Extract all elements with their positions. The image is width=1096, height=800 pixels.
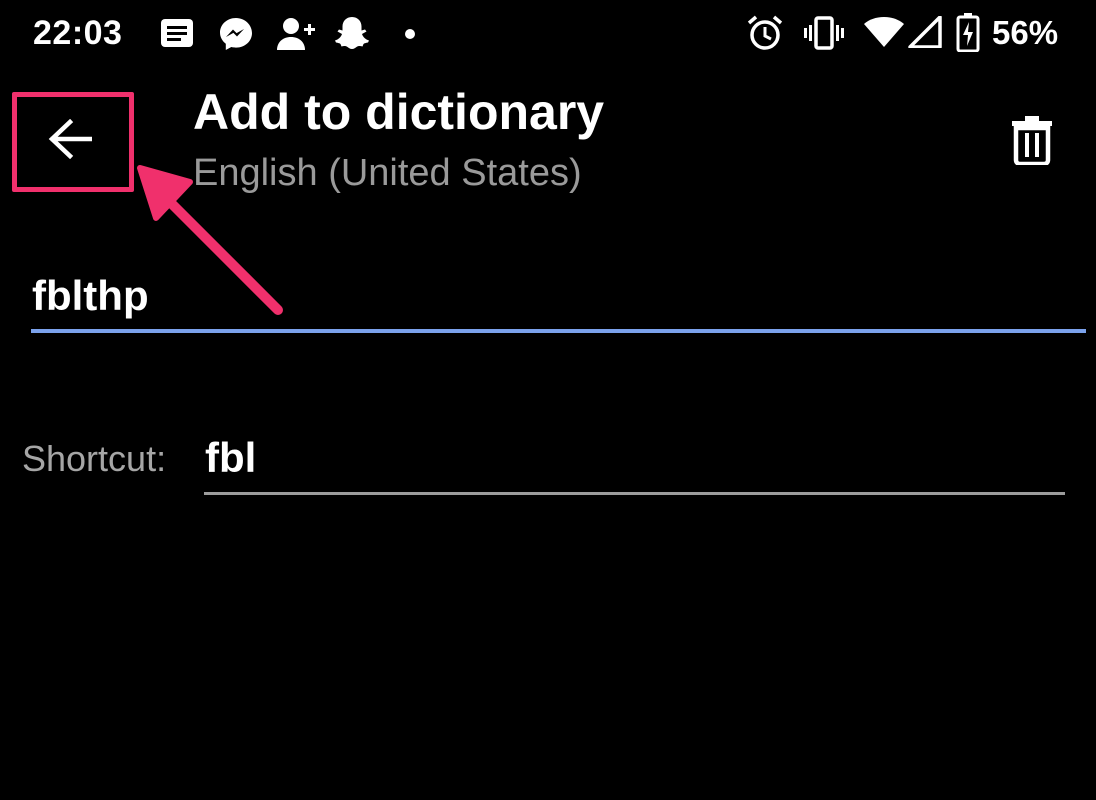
delete-button[interactable] xyxy=(1004,110,1060,170)
dot-icon xyxy=(405,29,415,39)
status-bar: 22:03 56% xyxy=(0,0,1096,70)
shortcut-label: Shortcut: xyxy=(22,438,167,479)
page-subtitle: English (United States) xyxy=(193,152,582,194)
back-button[interactable] xyxy=(14,94,126,184)
signal-icon xyxy=(908,16,942,48)
shortcut-input-value: fbl xyxy=(205,434,257,481)
alarm-icon xyxy=(747,15,783,50)
page-title: Add to dictionary xyxy=(193,84,605,140)
back-arrow-icon xyxy=(48,119,92,159)
word-input-value: fblthp xyxy=(32,272,149,319)
wifi-icon xyxy=(864,17,904,47)
status-time: 22:03 xyxy=(33,14,123,52)
shortcut-input-underline xyxy=(204,492,1065,495)
word-input[interactable]: fblthp xyxy=(31,268,1086,334)
vibrate-icon xyxy=(804,16,844,50)
word-input-underline xyxy=(31,329,1086,333)
battery-charging-icon xyxy=(956,13,980,52)
trash-icon xyxy=(1012,116,1052,165)
snapchat-icon xyxy=(335,17,369,49)
messenger-icon xyxy=(220,18,252,50)
news-icon xyxy=(161,19,193,47)
battery-percent: 56% xyxy=(992,14,1059,51)
add-contact-icon xyxy=(277,18,315,50)
shortcut-input[interactable]: fbl xyxy=(204,428,1065,496)
